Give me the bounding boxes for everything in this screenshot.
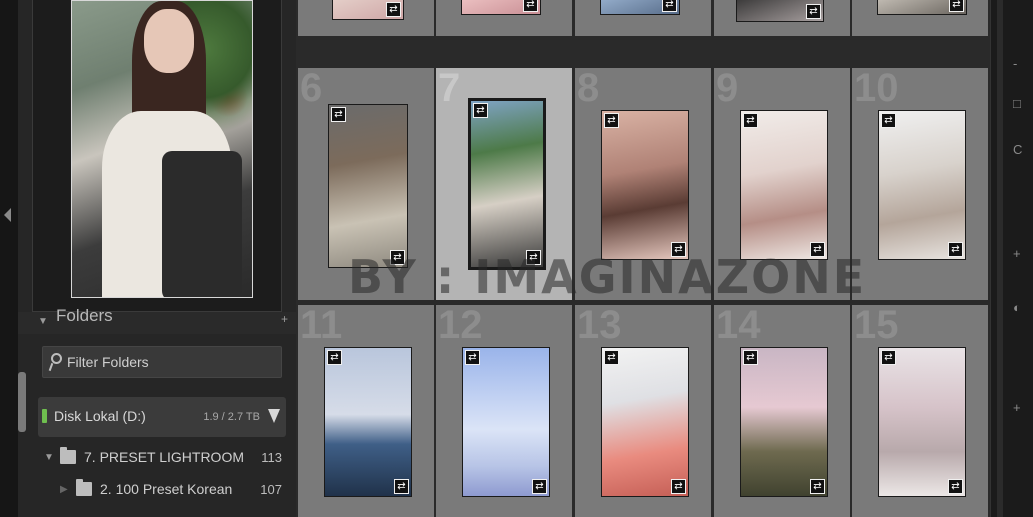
grid-cell-index: 10 bbox=[854, 68, 899, 110]
grid-cell-index: 14 bbox=[716, 305, 761, 347]
edited-badge-icon[interactable]: ⇄ bbox=[806, 4, 821, 19]
photo-thumbnail[interactable]: ⇄ ⇄ bbox=[740, 347, 828, 497]
grid-cell[interactable]: 10 ⇄ ⇄ bbox=[852, 68, 988, 300]
photo-thumbnail[interactable]: ⇄ ⇄ bbox=[462, 347, 550, 497]
folder-row-preset-lightroom[interactable]: ▼ 7. PRESET LIGHTROOM 113 bbox=[38, 444, 288, 472]
folders-scrollbar[interactable] bbox=[18, 372, 26, 432]
right-panel-tool-icon[interactable]: ◐ bbox=[1013, 300, 1021, 315]
right-panel-strip: - □ C + ◐ + bbox=[990, 0, 1033, 517]
grid-cell[interactable]: ⇄ bbox=[298, 0, 434, 36]
develop-settings-icon[interactable]: ⇄ bbox=[604, 113, 619, 128]
edited-badge-icon[interactable]: ⇄ bbox=[948, 242, 963, 257]
edited-badge-icon[interactable]: ⇄ bbox=[948, 479, 963, 494]
develop-settings-icon[interactable]: ⇄ bbox=[331, 107, 346, 122]
edited-badge-icon[interactable]: ⇄ bbox=[523, 0, 538, 12]
photo-thumbnail[interactable]: ⇄ bbox=[736, 0, 824, 22]
folders-panel-header[interactable]: ▼ Folders + bbox=[18, 306, 296, 334]
grid-cell-index: 12 bbox=[438, 305, 483, 347]
photo-thumbnail[interactable]: ⇄ bbox=[600, 0, 680, 15]
right-panel-tool-icon[interactable]: + bbox=[1013, 246, 1021, 261]
grid-cell[interactable]: 11 ⇄ ⇄ bbox=[298, 305, 434, 517]
grid-cell-index: 13 bbox=[577, 305, 622, 347]
right-panel-tool-icon[interactable]: - bbox=[1013, 56, 1017, 71]
grid-cell[interactable]: ⇄ bbox=[714, 0, 850, 36]
grid-cell[interactable]: 15 ⇄ ⇄ bbox=[852, 305, 988, 517]
edited-badge-icon[interactable]: ⇄ bbox=[662, 0, 677, 12]
grid-cell[interactable]: 14 ⇄ ⇄ bbox=[714, 305, 850, 517]
grid-cell[interactable]: 13 ⇄ ⇄ bbox=[575, 305, 711, 517]
right-panel-tool-icon[interactable]: C bbox=[1013, 142, 1022, 157]
photo-thumbnail[interactable]: ⇄ ⇄ bbox=[468, 98, 546, 270]
watermark-text: BY : IMAGINAZONE bbox=[348, 250, 867, 304]
photo-thumbnail[interactable]: ⇄ bbox=[332, 0, 404, 20]
photo-thumbnail[interactable]: ⇄ ⇄ bbox=[601, 110, 689, 260]
develop-settings-icon[interactable]: ⇄ bbox=[465, 350, 480, 365]
left-panel: ▼ Folders + Disk Lokal (D:) 1.9 / 2.7 TB… bbox=[18, 0, 296, 517]
folder-expand-icon[interactable]: ▶ bbox=[60, 484, 68, 495]
right-panel-tool-icon[interactable]: + bbox=[1013, 400, 1021, 415]
filter-folders-box[interactable] bbox=[42, 346, 282, 378]
photo-thumbnail[interactable]: ⇄ ⇄ bbox=[328, 104, 408, 268]
disk-status-indicator bbox=[42, 409, 47, 423]
folder-icon bbox=[76, 479, 92, 496]
navigator-preview-image bbox=[71, 0, 253, 298]
search-icon bbox=[48, 353, 63, 372]
disk-size: 1.9 / 2.7 TB bbox=[203, 411, 260, 423]
grid-cell-index: 6 bbox=[300, 68, 323, 110]
right-panel-tool-icon[interactable]: □ bbox=[1013, 96, 1021, 111]
edited-badge-icon[interactable]: ⇄ bbox=[394, 479, 409, 494]
grid-cell[interactable]: ⇄ bbox=[852, 0, 988, 36]
edited-badge-icon[interactable]: ⇄ bbox=[810, 479, 825, 494]
photo-thumbnail[interactable]: ⇄ ⇄ bbox=[740, 110, 828, 260]
chevron-down-icon[interactable] bbox=[268, 409, 280, 423]
grid-cell-index: 9 bbox=[716, 68, 739, 110]
navigator-panel bbox=[32, 0, 282, 312]
develop-settings-icon[interactable]: ⇄ bbox=[604, 350, 619, 365]
right-panel-scrollbar[interactable] bbox=[997, 0, 1003, 517]
left-panel-edge[interactable] bbox=[0, 0, 18, 517]
grid-cell-index: 7 bbox=[438, 68, 461, 110]
photo-thumbnail[interactable]: ⇄ ⇄ bbox=[324, 347, 412, 497]
develop-settings-icon[interactable]: ⇄ bbox=[881, 350, 896, 365]
disk-name: Disk Lokal (D:) bbox=[54, 408, 146, 424]
grid-cell-index: 11 bbox=[300, 305, 343, 347]
photo-thumbnail[interactable]: ⇄ ⇄ bbox=[878, 110, 966, 260]
folders-title: Folders bbox=[56, 306, 113, 325]
grid-cell-index: 15 bbox=[854, 305, 899, 347]
disk-volume-row[interactable]: Disk Lokal (D:) 1.9 / 2.7 TB bbox=[38, 397, 286, 437]
edited-badge-icon[interactable]: ⇄ bbox=[671, 479, 686, 494]
folder-name: 7. PRESET LIGHTROOM bbox=[84, 449, 244, 465]
edited-badge-icon[interactable]: ⇄ bbox=[532, 479, 547, 494]
folder-name: 2. 100 Preset Korean bbox=[100, 481, 233, 497]
filter-folders-input[interactable] bbox=[67, 352, 277, 372]
folder-row-preset-korean[interactable]: ▶ 2. 100 Preset Korean 107 bbox=[38, 476, 288, 504]
edited-badge-icon[interactable]: ⇄ bbox=[386, 2, 401, 17]
grid-cell[interactable]: ⇄ bbox=[575, 0, 711, 36]
grid-cell[interactable]: 12 ⇄ ⇄ bbox=[436, 305, 572, 517]
develop-settings-icon[interactable]: ⇄ bbox=[743, 350, 758, 365]
plus-icon[interactable]: + bbox=[281, 312, 288, 326]
folder-icon bbox=[60, 447, 76, 464]
folder-count: 113 bbox=[261, 450, 282, 465]
photo-thumbnail[interactable]: ⇄ bbox=[461, 0, 541, 15]
folder-count: 107 bbox=[260, 482, 282, 497]
photo-thumbnail[interactable]: ⇄ ⇄ bbox=[878, 347, 966, 497]
develop-settings-icon[interactable]: ⇄ bbox=[473, 103, 488, 118]
folders-collapse-icon[interactable]: ▼ bbox=[38, 316, 48, 327]
develop-settings-icon[interactable]: ⇄ bbox=[881, 113, 896, 128]
edited-badge-icon[interactable]: ⇄ bbox=[949, 0, 964, 12]
photo-thumbnail[interactable]: ⇄ ⇄ bbox=[601, 347, 689, 497]
develop-settings-icon[interactable]: ⇄ bbox=[743, 113, 758, 128]
develop-settings-icon[interactable]: ⇄ bbox=[327, 350, 342, 365]
photo-thumbnail[interactable]: ⇄ bbox=[877, 0, 967, 15]
grid-cell[interactable]: ⇄ bbox=[436, 0, 572, 36]
folder-expand-icon[interactable]: ▼ bbox=[44, 452, 54, 463]
grid-cell-index: 8 bbox=[577, 68, 600, 110]
collapse-left-panel-icon[interactable] bbox=[4, 208, 11, 222]
